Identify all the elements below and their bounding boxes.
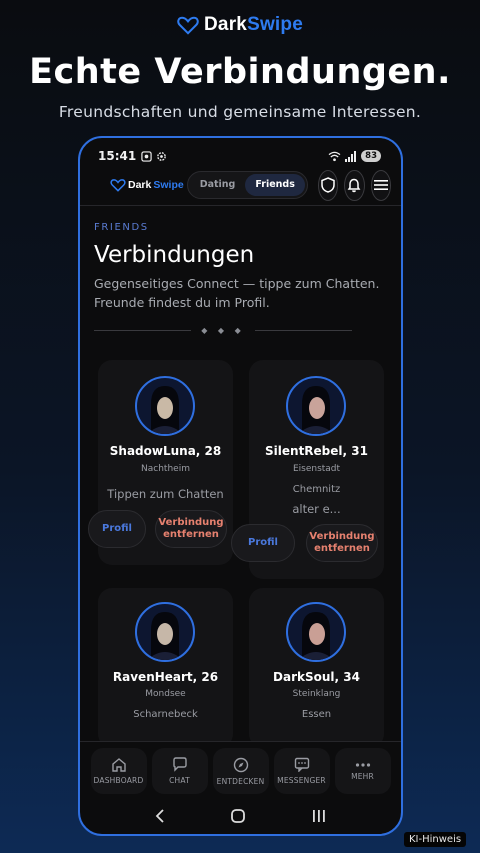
friend-location: Nachtheim xyxy=(141,464,190,474)
message-icon xyxy=(294,757,309,772)
mode-switch: Dating Friends xyxy=(186,171,308,199)
friend-note: Tippen zum Chatten xyxy=(107,487,224,501)
brand-logo: DarkSwipe xyxy=(0,14,480,36)
shield-icon xyxy=(321,177,335,193)
nav-chat[interactable]: CHAT xyxy=(151,748,208,794)
chat-icon xyxy=(172,757,187,772)
subline: Freundschaften und gemeinsame Interessen… xyxy=(58,103,422,121)
more-icon xyxy=(355,762,370,767)
heart-icon xyxy=(110,179,126,192)
friend-name: RavenHeart, 26 xyxy=(112,670,219,684)
friend-card[interactable]: RavenHeart, 26 Mondsee Scharnebeck xyxy=(98,588,233,748)
remove-connection-button[interactable]: Verbindung entfernen xyxy=(306,524,378,562)
recents-icon[interactable] xyxy=(311,809,327,823)
compass-icon xyxy=(233,757,248,772)
friend-note-secondary: alter e... xyxy=(292,502,341,516)
friend-name: ShadowLuna, 28 xyxy=(109,444,222,458)
app-logo[interactable]: Dark Swipe xyxy=(110,178,184,192)
back-icon[interactable] xyxy=(154,808,166,824)
notifications-button[interactable] xyxy=(344,169,365,201)
section-divider: ◆ ◆ ◆ xyxy=(94,326,353,335)
home-icon xyxy=(111,758,126,772)
ai-notice-badge[interactable]: KI-Hinweis xyxy=(404,832,467,847)
signal-icon xyxy=(345,150,357,162)
app-bar: Dark Swipe Dating Friends xyxy=(80,166,401,204)
phone-frame: 15:41 83 Dark Swipe Dating Friends FRIEN… xyxy=(78,136,403,836)
avatar xyxy=(286,376,346,436)
avatar xyxy=(135,376,195,436)
avatar xyxy=(135,602,195,662)
heart-icon xyxy=(177,16,199,35)
friend-name: DarkSoul, 34 xyxy=(273,670,360,684)
section-eyebrow: FRIENDS xyxy=(94,222,149,233)
friend-location: Steinklang xyxy=(292,689,341,699)
avatar xyxy=(286,602,346,662)
nav-mehr[interactable]: MEHR xyxy=(334,748,391,794)
headline: Echte Verbindungen. xyxy=(29,52,451,92)
bell-icon xyxy=(348,178,361,193)
status-bar: 15:41 83 xyxy=(98,148,381,164)
nav-entdecken[interactable]: ENTDECKEN xyxy=(212,748,269,794)
page-title: Verbindungen xyxy=(94,242,255,268)
system-nav xyxy=(80,800,401,832)
bottom-nav: DASHBOARD CHAT ENTDECKEN MESSENGER MEHR xyxy=(80,741,401,796)
remove-connection-button[interactable]: Verbindung entfernen xyxy=(155,510,227,548)
screenshot-icon xyxy=(141,150,152,162)
settings-icon xyxy=(157,151,167,161)
profile-button[interactable]: Profil xyxy=(88,510,146,548)
friend-card[interactable]: SilentRebel, 31 Eisenstadt Chemnitz alte… xyxy=(231,360,384,579)
friend-card[interactable]: ShadowLuna, 28 Nachtheim Tippen zum Chat… xyxy=(88,360,233,565)
friend-note: Chemnitz xyxy=(292,484,341,495)
friend-location: Mondsee xyxy=(145,689,186,699)
divider-ornament: ◆ ◆ ◆ xyxy=(201,326,245,335)
battery-indicator: 83 xyxy=(361,150,381,162)
page-description: Gegenseitiges Connect — tippe zum Chatte… xyxy=(94,276,380,310)
status-time: 15:41 xyxy=(98,149,137,163)
friend-note: Scharnebeck xyxy=(133,709,198,720)
profile-button[interactable]: Profil xyxy=(231,524,295,562)
tab-friends[interactable]: Friends xyxy=(245,174,305,196)
menu-icon xyxy=(373,180,388,190)
nav-dashboard[interactable]: DASHBOARD xyxy=(90,748,147,794)
menu-button[interactable] xyxy=(370,169,391,201)
tab-dating[interactable]: Dating xyxy=(190,174,246,196)
appbar-divider xyxy=(80,205,401,206)
friend-name: SilentRebel, 31 xyxy=(265,444,368,458)
friend-card[interactable]: DarkSoul, 34 Steinklang Essen xyxy=(249,588,384,748)
nav-messenger[interactable]: MESSENGER xyxy=(273,748,330,794)
home-button-icon[interactable] xyxy=(230,808,246,824)
friend-location: Eisenstadt xyxy=(292,464,341,474)
wifi-icon xyxy=(328,151,341,161)
friend-note: Essen xyxy=(301,709,332,720)
shield-button[interactable] xyxy=(317,169,339,201)
brand-name: DarkSwipe xyxy=(204,14,303,35)
